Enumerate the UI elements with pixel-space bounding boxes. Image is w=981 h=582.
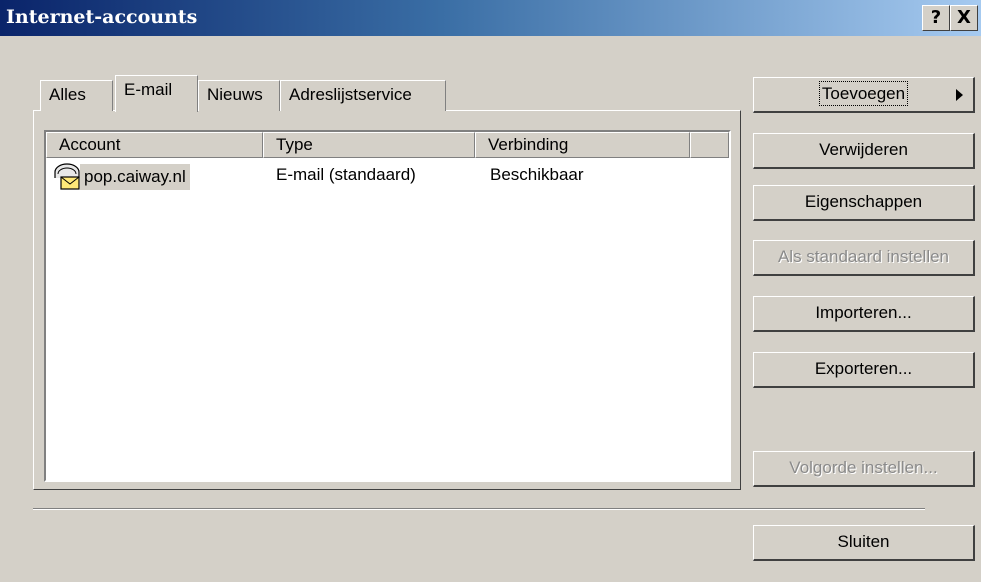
tab-alles[interactable]: Alles: [40, 80, 113, 111]
close-button[interactable]: Sluiten: [753, 525, 975, 561]
tab-email[interactable]: E-mail: [115, 75, 198, 112]
export-button[interactable]: Exporteren...: [753, 352, 975, 388]
properties-button[interactable]: Eigenschappen: [753, 185, 975, 221]
mail-account-icon: [54, 163, 80, 190]
account-name: pop.caiway.nl: [80, 164, 190, 190]
set-default-button[interactable]: Als standaard instellen: [753, 240, 975, 276]
submenu-arrow-icon: [956, 89, 963, 101]
window-title: Internet-accounts: [6, 6, 198, 28]
column-header-verbinding[interactable]: Verbinding: [475, 132, 690, 158]
tab-nieuws[interactable]: Nieuws: [198, 80, 280, 111]
import-button[interactable]: Importeren...: [753, 296, 975, 332]
title-bar: Internet-accounts ? X: [0, 0, 981, 36]
add-button-label: Toevoegen: [818, 81, 909, 106]
order-button[interactable]: Volgorde instellen...: [753, 451, 975, 487]
connection-cell: Beschikbaar: [490, 165, 584, 184]
help-button[interactable]: ?: [922, 5, 950, 31]
column-header-filler: [690, 132, 729, 158]
column-header-type[interactable]: Type: [263, 132, 475, 158]
close-window-button[interactable]: X: [950, 5, 978, 31]
column-header-account[interactable]: Account: [46, 132, 263, 158]
tab-adreslijstservice[interactable]: Adreslijstservice: [280, 80, 446, 111]
type-cell: E-mail (standaard): [276, 165, 416, 184]
remove-button[interactable]: Verwijderen: [753, 133, 975, 169]
account-list[interactable]: Account Type Verbinding pop.caiway.nl E-…: [44, 130, 731, 482]
separator: [33, 508, 925, 510]
add-button[interactable]: Toevoegen: [753, 77, 975, 113]
